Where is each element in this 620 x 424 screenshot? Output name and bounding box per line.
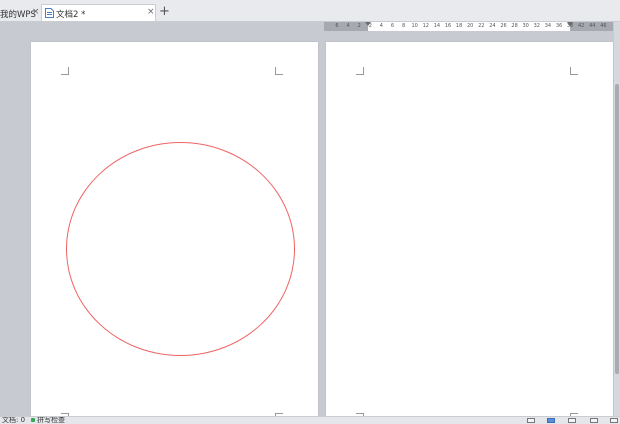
tab-label: 文档2 * [56, 10, 86, 20]
ruler-number: 14 [433, 23, 441, 29]
page-2[interactable] [326, 42, 613, 421]
web-layout-icon[interactable] [568, 418, 576, 423]
ruler-number: 6 [335, 23, 339, 29]
circle-shape[interactable] [66, 142, 295, 356]
tab-document-2[interactable]: 文档2 * × [41, 4, 156, 21]
ruler-number: 4 [379, 23, 383, 29]
scrollbar-thumb[interactable] [615, 84, 619, 374]
ruler-number: 36 [555, 23, 563, 29]
ruler-number: 2 [357, 23, 361, 29]
ruler-number: 44 [589, 23, 596, 29]
page-1[interactable] [31, 42, 318, 421]
ruler-number: 4 [346, 23, 350, 29]
margin-corner-mark [61, 67, 69, 75]
ruler-number: 46 [600, 23, 607, 29]
close-icon[interactable]: × [147, 7, 155, 17]
document-icon [45, 8, 54, 18]
ruler-number: 34 [544, 23, 552, 29]
ruler-number: 32 [533, 23, 540, 29]
horizontal-ruler[interactable]: 6 4 2 2 4 6 8 10 12 14 16 18 20 22 24 26 28 30 32 34 36 38 42 4… [324, 22, 613, 31]
close-icon[interactable]: × [32, 7, 40, 17]
tab-my-wps[interactable]: 我的WPS × [0, 4, 41, 21]
ruler-number: 6 [390, 23, 395, 29]
ruler-number: 28 [511, 23, 518, 29]
ruler-number: 20 [467, 23, 474, 29]
outline-icon[interactable] [590, 418, 598, 423]
full-screen-icon[interactable] [547, 418, 555, 423]
tab-bar: 我的WPS × 文档2 * × + [0, 0, 620, 22]
ruler-number: 2 [368, 23, 372, 29]
add-tab-button[interactable]: + [159, 5, 170, 18]
margin-corner-mark [356, 67, 364, 75]
spell-check-icon [31, 418, 35, 422]
vertical-scrollbar[interactable] [614, 22, 620, 416]
ruler-number: 26 [500, 23, 507, 29]
ruler-number: 12 [422, 23, 429, 29]
ruler-number: 24 [489, 23, 496, 29]
print-layout-icon[interactable] [527, 418, 535, 423]
ruler-number: 8 [402, 23, 406, 29]
margin-corner-mark [570, 67, 578, 75]
ruler-number: 18 [455, 23, 463, 29]
ruler-number: 30 [522, 23, 529, 29]
ruler-number: 22 [478, 23, 485, 29]
ruler-number: 38 [566, 23, 574, 29]
ruler-number: 10 [411, 23, 418, 29]
reading-mode-icon[interactable] [610, 418, 618, 423]
margin-corner-mark [275, 67, 283, 75]
ruler-number: 42 [578, 23, 585, 29]
ruler-number: 16 [444, 23, 452, 29]
tab-label: 我的WPS [0, 10, 36, 20]
